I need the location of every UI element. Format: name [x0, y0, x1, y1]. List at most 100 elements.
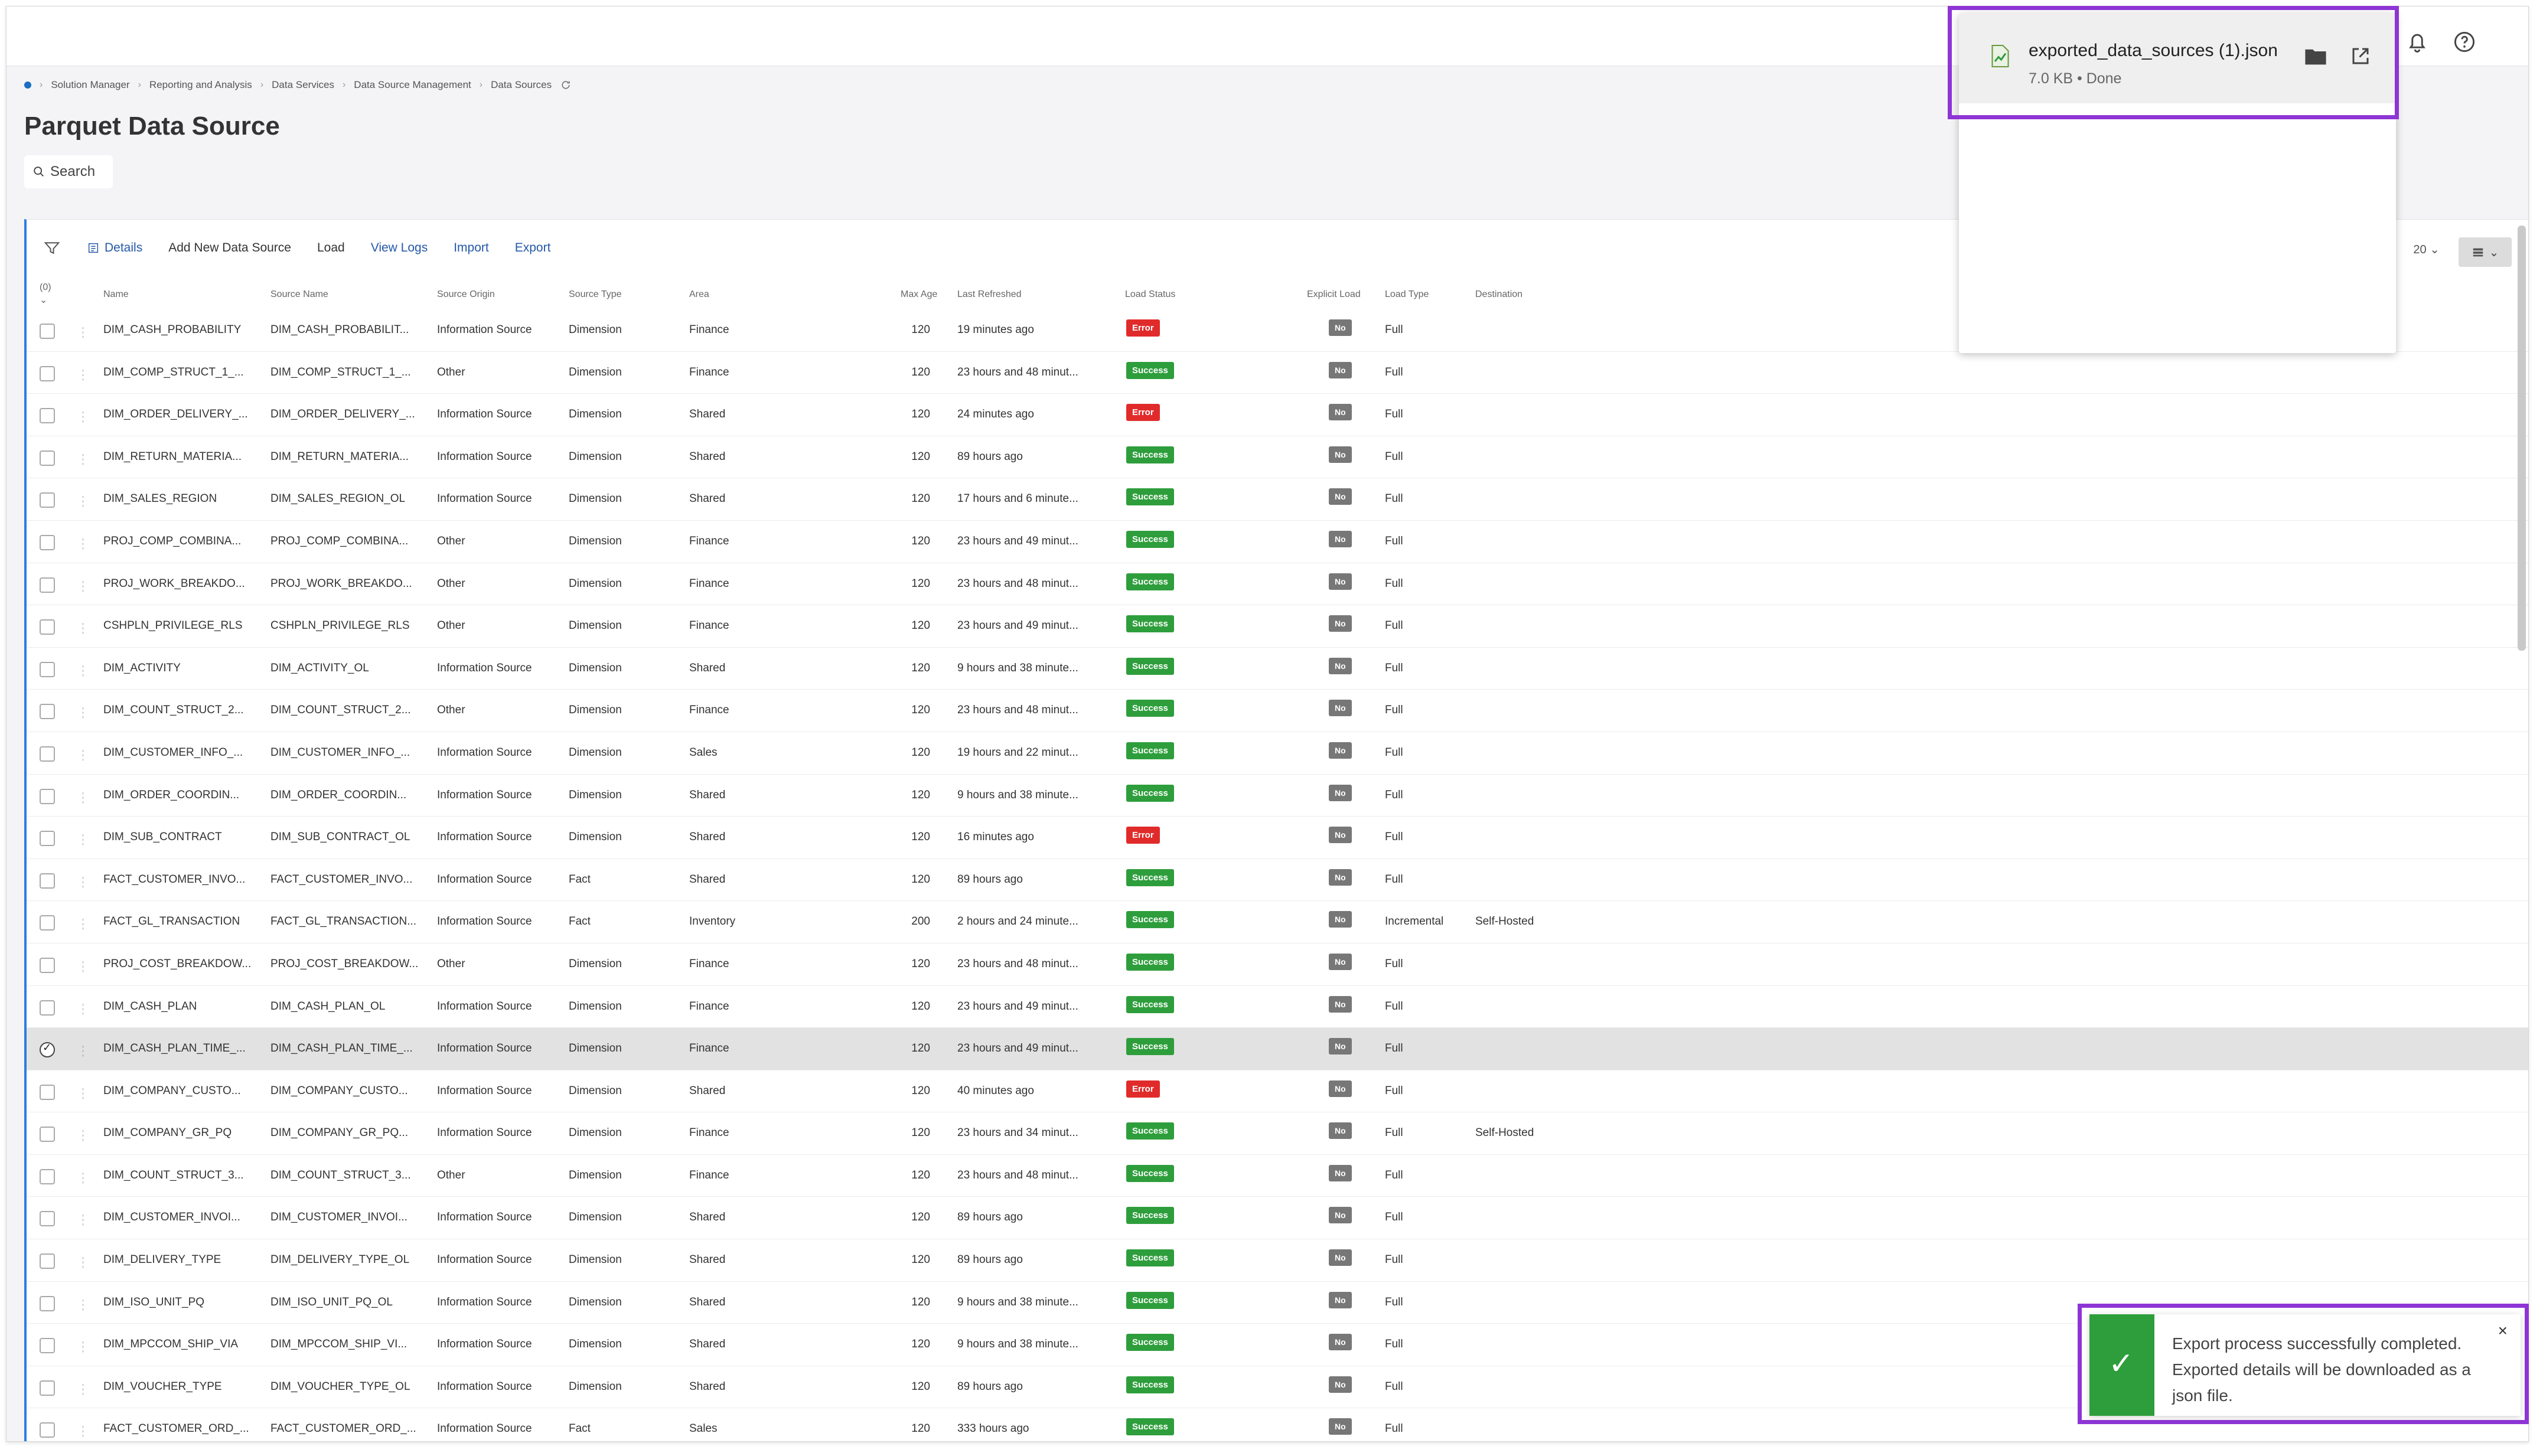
breadcrumb-item[interactable]: Solution Manager: [51, 79, 129, 91]
cell-name[interactable]: DIM_ISO_UNIT_PQ: [103, 1296, 257, 1309]
row-checkbox[interactable]: [40, 324, 55, 339]
row-checkbox[interactable]: [40, 1295, 55, 1311]
more-vertical-icon[interactable]: ⋮: [77, 1127, 83, 1144]
table-row[interactable]: ⋮ PROJ_WORK_BREAKDO... PROJ_WORK_BREAKDO..…: [27, 563, 2528, 606]
row-checkbox[interactable]: [40, 1422, 55, 1438]
table-row[interactable]: ⋮ FACT_GL_TRANSACTION FACT_GL_TRANSACTION.…: [27, 901, 2528, 944]
table-row[interactable]: ⋮ DIM_ORDER_COORDIN... DIM_ORDER_COORDIN..…: [27, 775, 2528, 817]
row-checkbox[interactable]: [40, 1042, 55, 1058]
table-row[interactable]: ⋮ DIM_COUNT_STRUCT_3... DIM_COUNT_STRUCT_3…: [27, 1155, 2528, 1197]
column-header-source-origin[interactable]: Source Origin: [437, 289, 495, 300]
breadcrumb-item[interactable]: Reporting and Analysis: [149, 79, 252, 91]
cell-name[interactable]: DIM_ACTIVITY: [103, 662, 257, 675]
table-row[interactable]: ⋮ PROJ_COMP_COMBINA... PROJ_COMP_COMBINA..…: [27, 521, 2528, 563]
row-checkbox[interactable]: [40, 534, 55, 550]
row-checkbox[interactable]: [40, 746, 55, 762]
cell-name[interactable]: DIM_RETURN_MATERIA...: [103, 450, 257, 463]
column-header-load-type[interactable]: Load Type: [1385, 289, 1429, 300]
row-checkbox[interactable]: [40, 619, 55, 635]
column-header-explicit-load[interactable]: Explicit Load: [1307, 289, 1361, 300]
cell-name[interactable]: DIM_CUSTOMER_INFO_...: [103, 746, 257, 759]
row-checkbox[interactable]: [40, 1380, 55, 1396]
cell-name[interactable]: DIM_CASH_PROBABILITY: [103, 324, 257, 337]
more-vertical-icon[interactable]: ⋮: [77, 577, 83, 595]
help-icon[interactable]: [2451, 29, 2477, 55]
column-header-source-name[interactable]: Source Name: [270, 289, 328, 300]
load-button[interactable]: Load: [317, 241, 345, 255]
cell-name[interactable]: DIM_COUNT_STRUCT_2...: [103, 704, 257, 717]
home-icon[interactable]: [24, 81, 31, 89]
more-vertical-icon[interactable]: ⋮: [77, 1000, 83, 1018]
table-row[interactable]: ⋮ DIM_CASH_PLAN DIM_CASH_PLAN_OL Informatio…: [27, 986, 2528, 1029]
view-mode-button[interactable]: ⌄: [2459, 237, 2512, 267]
more-vertical-icon[interactable]: ⋮: [77, 873, 83, 891]
close-icon[interactable]: ×: [2498, 1321, 2508, 1340]
cell-name[interactable]: PROJ_COMP_COMBINA...: [103, 535, 257, 548]
table-row[interactable]: ⋮ PROJ_COST_BREAKDOW... PROJ_COST_BREAKDOW…: [27, 944, 2528, 986]
table-row[interactable]: ⋮ DIM_COMP_STRUCT_1_... DIM_COMP_STRUCT_1_…: [27, 352, 2528, 394]
cell-name[interactable]: DIM_CASH_PLAN: [103, 1000, 257, 1013]
table-row[interactable]: ⋮ DIM_CASH_PLAN_TIME_... DIM_CASH_PLAN_TIM…: [27, 1028, 2528, 1070]
more-vertical-icon[interactable]: ⋮: [77, 450, 83, 468]
more-vertical-icon[interactable]: ⋮: [77, 1380, 83, 1398]
cell-name[interactable]: PROJ_COST_BREAKDOW...: [103, 958, 257, 971]
row-checkbox[interactable]: [40, 408, 55, 424]
search-button[interactable]: Search: [24, 155, 113, 188]
breadcrumb-item[interactable]: Data Sources: [491, 79, 552, 91]
refresh-icon[interactable]: [560, 79, 572, 91]
table-row[interactable]: ⋮ DIM_COUNT_STRUCT_2... DIM_COUNT_STRUCT_2…: [27, 690, 2528, 732]
table-row[interactable]: ⋮ FACT_CUSTOMER_INVO... FACT_CUSTOMER_INVO…: [27, 859, 2528, 902]
more-vertical-icon[interactable]: ⋮: [77, 1338, 83, 1356]
more-vertical-icon[interactable]: ⋮: [77, 831, 83, 848]
more-vertical-icon[interactable]: ⋮: [77, 662, 83, 680]
cell-name[interactable]: DIM_ORDER_COORDIN...: [103, 789, 257, 802]
more-vertical-icon[interactable]: ⋮: [77, 1296, 83, 1314]
cell-name[interactable]: DIM_COUNT_STRUCT_3...: [103, 1169, 257, 1182]
row-checkbox[interactable]: [40, 661, 55, 677]
more-vertical-icon[interactable]: ⋮: [77, 1042, 83, 1060]
table-row[interactable]: ⋮ DIM_ACTIVITY DIM_ACTIVITY_OL Information …: [27, 648, 2528, 690]
row-checkbox[interactable]: [40, 1253, 55, 1269]
more-vertical-icon[interactable]: ⋮: [77, 619, 83, 637]
vertical-scrollbar[interactable]: [2518, 226, 2526, 651]
more-vertical-icon[interactable]: ⋮: [77, 492, 83, 510]
table-row[interactable]: ⋮ DIM_CUSTOMER_INFO_... DIM_CUSTOMER_INFO_…: [27, 732, 2528, 775]
table-row[interactable]: ⋮ DIM_DELIVERY_TYPE DIM_DELIVERY_TYPE_OL In…: [27, 1239, 2528, 1282]
more-vertical-icon[interactable]: ⋮: [77, 1169, 83, 1187]
export-button[interactable]: Export: [515, 241, 551, 255]
cell-name[interactable]: DIM_SALES_REGION: [103, 492, 257, 505]
more-vertical-icon[interactable]: ⋮: [77, 704, 83, 722]
row-checkbox[interactable]: [40, 577, 55, 593]
row-checkbox[interactable]: [40, 915, 55, 931]
column-header-source-type[interactable]: Source Type: [569, 289, 622, 300]
table-row[interactable]: ⋮ DIM_RETURN_MATERIA... DIM_RETURN_MATERIA…: [27, 436, 2528, 479]
breadcrumb-item[interactable]: Data Services: [272, 79, 334, 91]
cell-name[interactable]: DIM_VOUCHER_TYPE: [103, 1380, 257, 1393]
row-checkbox[interactable]: [40, 957, 55, 973]
cell-name[interactable]: CSHPLN_PRIVILEGE_RLS: [103, 619, 257, 632]
more-vertical-icon[interactable]: ⋮: [77, 408, 83, 426]
cell-name[interactable]: DIM_SUB_CONTRACT: [103, 831, 257, 844]
cell-name[interactable]: DIM_MPCCOM_SHIP_VIA: [103, 1338, 257, 1351]
breadcrumb-item[interactable]: Data Source Management: [354, 79, 471, 91]
view-logs-button[interactable]: View Logs: [371, 241, 428, 255]
cell-name[interactable]: FACT_CUSTOMER_ORD_...: [103, 1422, 257, 1435]
row-checkbox[interactable]: [40, 450, 55, 466]
more-vertical-icon[interactable]: ⋮: [77, 789, 83, 807]
column-header-name[interactable]: Name: [103, 289, 129, 300]
cell-name[interactable]: DIM_COMP_STRUCT_1_...: [103, 366, 257, 379]
cell-name[interactable]: DIM_DELIVERY_TYPE: [103, 1253, 257, 1266]
table-row[interactable]: ⋮ DIM_ORDER_DELIVERY_... DIM_ORDER_DELIVER…: [27, 394, 2528, 436]
row-checkbox[interactable]: [40, 873, 55, 889]
row-checkbox[interactable]: [40, 704, 55, 720]
add-data-source-button[interactable]: Add New Data Source: [168, 241, 291, 255]
cell-name[interactable]: DIM_CASH_PLAN_TIME_...: [103, 1042, 257, 1055]
row-checkbox[interactable]: [40, 1084, 55, 1100]
more-vertical-icon[interactable]: ⋮: [77, 915, 83, 933]
row-checkbox[interactable]: [40, 1211, 55, 1227]
cell-name[interactable]: DIM_ORDER_DELIVERY_...: [103, 408, 257, 421]
row-checkbox[interactable]: [40, 1168, 55, 1184]
table-row[interactable]: ⋮ CSHPLN_PRIVILEGE_RLS CSHPLN_PRIVILEGE_RL…: [27, 605, 2528, 648]
column-header-last-refreshed[interactable]: Last Refreshed: [957, 289, 1022, 300]
filter-icon[interactable]: [43, 239, 61, 257]
